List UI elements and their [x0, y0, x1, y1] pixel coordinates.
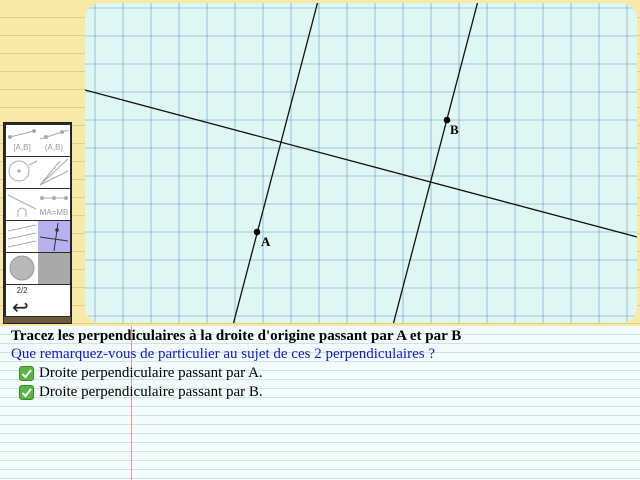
circle-tool[interactable] [6, 157, 38, 188]
midpoint-tool-label: MA=MB [39, 208, 69, 217]
answer-item: Droite perpendiculaire passant par A. [19, 365, 263, 382]
answer-text: Droite perpendiculaire passant par B. [39, 384, 263, 400]
geometry-toolbar: [A,B] (A,B) MA=MB 2/2 ↩ [3, 122, 72, 324]
angle-tool[interactable] [6, 189, 38, 220]
point-a-label: A [261, 234, 271, 249]
perpendicular-icon [39, 222, 69, 252]
perpendicular-through-b[interactable] [392, 3, 479, 323]
check-icon [19, 366, 34, 381]
lines-tool[interactable] [38, 157, 70, 188]
segment-tool[interactable]: [A,B] [6, 125, 38, 156]
midpoint-tool[interactable]: MA=MB [38, 189, 70, 220]
segment-tool-label: [A,B] [13, 143, 31, 152]
undo-icon: ↩ [12, 295, 29, 319]
gray-disc-icon [9, 255, 35, 281]
circle-icon [8, 160, 38, 182]
answer-text: Droite perpendiculaire passant par A. [39, 365, 263, 381]
perpendicular-through-a[interactable] [232, 3, 319, 323]
check-icon [19, 385, 34, 400]
parallel-tool[interactable] [6, 221, 38, 252]
ray-tool-label: (A,B) [44, 143, 64, 152]
color-tool[interactable] [38, 253, 70, 284]
perpendicular-tool[interactable] [38, 221, 70, 252]
arc-icon [7, 194, 37, 217]
point-b-label: B [450, 122, 459, 137]
page-indicator: 2/2 [16, 286, 28, 295]
blank-tool[interactable] [38, 285, 70, 316]
exercise-instruction: Tracez les perpendiculaires à la droite … [11, 328, 462, 344]
board-canvas[interactable]: A B [85, 3, 637, 323]
geometry-board[interactable]: A B [85, 3, 637, 323]
answer-item: Droite perpendiculaire passant par B. [19, 384, 263, 401]
fill-tool[interactable] [6, 253, 38, 284]
undo-tool[interactable]: 2/2 ↩ [6, 285, 38, 319]
exercise-question: Que remarquez-vous de particulier au suj… [11, 346, 435, 362]
original-line[interactable] [85, 89, 637, 238]
point-a[interactable] [253, 228, 261, 236]
lines-icon [39, 158, 69, 186]
parallel-lines-icon [7, 224, 37, 248]
toolbar-footer [4, 317, 71, 323]
ray-tool[interactable]: (A,B) [38, 125, 70, 156]
